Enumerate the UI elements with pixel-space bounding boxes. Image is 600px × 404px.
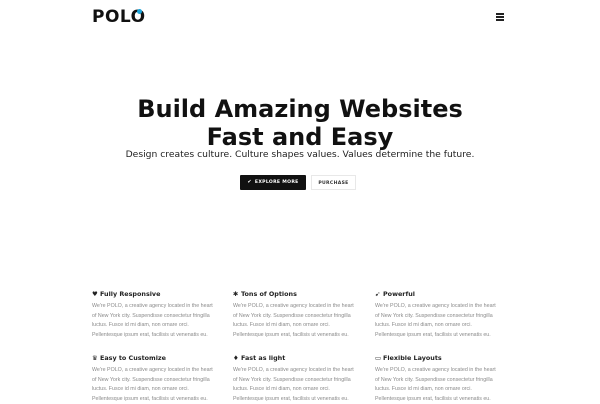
feature-title: ♥Fully Responsive [92,290,222,299]
explore-more-button[interactable]: ✔EXPLORE MORE [240,175,306,190]
feature-title-text: Fully Responsive [100,290,160,298]
heart-icon: ♥ [92,290,100,299]
description-line: Pellentesque ipsum erat, facilisis ut ve… [233,331,363,341]
feature-description: We're POLO, a creative agency located in… [375,366,505,404]
desktop-icon: ▭ [375,354,383,363]
description-line: luctus. Fusce id mi diam, non ornare orc… [375,385,505,395]
gear-icon: ✱ [233,290,241,299]
feature-title: ♦Fast as light [233,354,363,363]
check-icon: ✔ [247,179,252,185]
feature-fast-as-light: ♦Fast as light We're POLO, a creative ag… [233,354,363,404]
description-line: of New York city. Suspendisse consectetu… [92,376,222,386]
rocket-icon: ➹ [375,290,383,299]
description-line: Pellentesque ipsum erat, facilisis ut ve… [375,395,505,404]
feature-description: We're POLO, a creative agency located in… [92,302,222,340]
description-line: We're POLO, a creative agency located in… [375,302,505,312]
hero-title: Build Amazing Websites Fast and Easy [0,95,600,151]
feature-title-text: Fast as light [241,354,285,362]
description-line: luctus. Fusce id mi diam, non ornare orc… [375,321,505,331]
hero-title-line-1: Build Amazing Websites [0,95,600,123]
feature-description: We're POLO, a creative agency located in… [92,366,222,404]
explore-more-label: EXPLORE MORE [255,180,299,185]
feature-description: We're POLO, a creative agency located in… [233,302,363,340]
description-line: luctus. Fusce id mi diam, non ornare orc… [92,385,222,395]
feature-title-text: Easy to Customize [100,354,166,362]
description-line: of New York city. Suspendisse consectetu… [233,312,363,322]
description-line: We're POLO, a creative agency located in… [233,302,363,312]
feature-title-text: Flexible Layouts [383,354,442,362]
feature-description: We're POLO, a creative agency located in… [233,366,363,404]
description-line: Pellentesque ipsum erat, facilisis ut ve… [233,395,363,404]
description-line: of New York city. Suspendisse consectetu… [233,376,363,386]
hero-title-line-2: Fast and Easy [0,123,600,151]
feature-title: ✱Tons of Options [233,290,363,299]
hamburger-menu-icon[interactable] [496,13,504,20]
description-line: of New York city. Suspendisse consectetu… [92,312,222,322]
feature-fully-responsive: ♥Fully Responsive We're POLO, a creative… [92,290,222,340]
feature-title-text: Powerful [383,290,415,298]
feature-title: ♛Easy to Customize [92,354,222,363]
description-line: We're POLO, a creative agency located in… [92,302,222,312]
feature-title: ▭Flexible Layouts [375,354,505,363]
description-line: We're POLO, a creative agency located in… [92,366,222,376]
description-line: luctus. Fusce id mi diam, non ornare orc… [233,385,363,395]
feature-title-text: Tons of Options [241,290,297,298]
lightbulb-icon: ♦ [233,354,241,363]
site-header: POLO [0,0,600,34]
description-line: Pellentesque ipsum erat, facilisis ut ve… [92,331,222,341]
description-line: Pellentesque ipsum erat, facilisis ut ve… [375,331,505,341]
description-line: of New York city. Suspendisse consectetu… [375,376,505,386]
logo-accent-dot [137,9,142,14]
feature-description: We're POLO, a creative agency located in… [375,302,505,340]
description-line: Pellentesque ipsum erat, facilisis ut ve… [92,395,222,404]
description-line: We're POLO, a creative agency located in… [375,366,505,376]
hero-subtitle: Design creates culture. Culture shapes v… [0,149,600,160]
feature-easy-to-customize: ♛Easy to Customize We're POLO, a creativ… [92,354,222,404]
feature-powerful: ➹Powerful We're POLO, a creative agency … [375,290,505,340]
description-line: luctus. Fusce id mi diam, non ornare orc… [233,321,363,331]
description-line: of New York city. Suspendisse consectetu… [375,312,505,322]
trophy-icon: ♛ [92,354,100,363]
feature-tons-of-options: ✱Tons of Options We're POLO, a creative … [233,290,363,340]
description-line: We're POLO, a creative agency located in… [233,366,363,376]
purchase-button[interactable]: PURCHASE [311,175,356,190]
feature-flexible-layouts: ▭Flexible Layouts We're POLO, a creative… [375,354,505,404]
feature-title: ➹Powerful [375,290,505,299]
description-line: luctus. Fusce id mi diam, non ornare orc… [92,321,222,331]
